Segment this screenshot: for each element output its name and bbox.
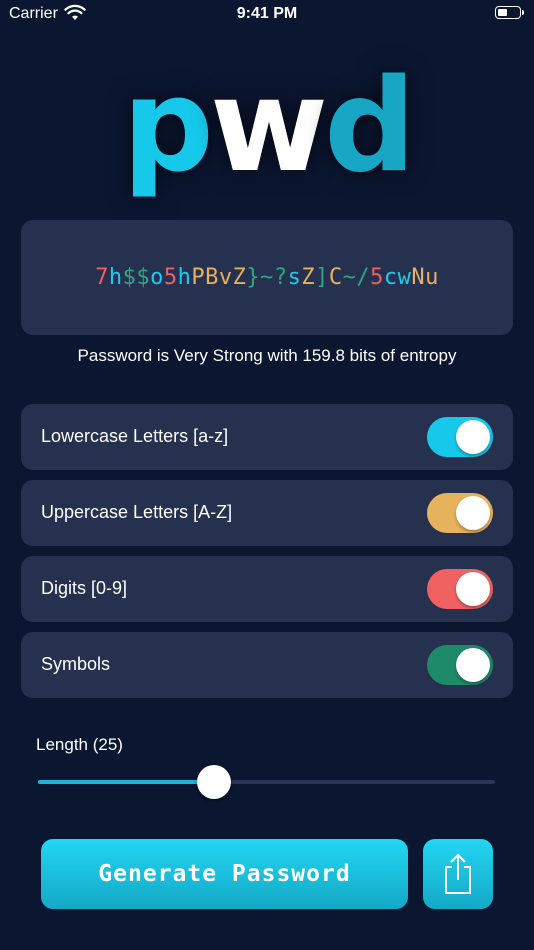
length-label: Length (25) xyxy=(36,735,123,754)
battery-level xyxy=(498,9,507,16)
password-segment: Z xyxy=(301,265,316,290)
share-button[interactable] xyxy=(423,839,493,909)
logo-letter: d xyxy=(324,52,416,201)
option-label: Lowercase Letters [a-z] xyxy=(41,426,229,446)
password-segment: h xyxy=(177,265,192,290)
password-segment: 5 xyxy=(163,265,178,290)
password-segment: h xyxy=(108,265,123,290)
option-toggle[interactable] xyxy=(427,417,493,457)
option-label: Uppercase Letters [A-Z] xyxy=(41,502,233,522)
clock-time: 9:41 PM xyxy=(236,5,298,22)
password-text: 7h$$o5hPBvZ}~?sZ]C~/5cwNu xyxy=(95,265,439,290)
option-row: Symbols xyxy=(21,632,513,698)
option-row: Digits [0-9] xyxy=(21,556,513,622)
password-display[interactable]: 7h$$o5hPBvZ}~?sZ]C~/5cwNu xyxy=(21,220,513,335)
password-segment: 5 xyxy=(370,265,384,290)
password-segment: 7 xyxy=(95,265,109,290)
password-segment: cw xyxy=(383,265,412,290)
option-label: Digits [0-9] xyxy=(41,578,128,598)
toggle-knob xyxy=(456,420,490,454)
generate-password-button[interactable]: Generate Password xyxy=(41,839,408,909)
password-segment: PBv xyxy=(191,265,233,290)
password-segment: ~/ xyxy=(342,265,371,290)
option-label: Symbols xyxy=(41,654,111,674)
toggle-knob xyxy=(456,572,490,606)
logo-letter: w xyxy=(209,52,328,201)
logo-letter: p xyxy=(122,52,214,201)
strength-text: Password is Very Strong with 159.8 bits … xyxy=(77,346,457,365)
slider-thumb[interactable] xyxy=(196,765,231,799)
status-bar: Carrier 9:41 PM xyxy=(0,0,534,30)
toggle-knob xyxy=(456,648,490,682)
share-icon xyxy=(445,853,471,894)
password-segment: o xyxy=(150,265,164,290)
password-segment: $$ xyxy=(122,265,151,290)
password-segment: Z xyxy=(232,265,247,290)
battery-icon xyxy=(495,6,524,19)
app-logo: pwd xyxy=(0,52,534,202)
option-row: Lowercase Letters [a-z] xyxy=(21,404,513,470)
password-segment: Nu xyxy=(411,265,439,290)
option-toggle[interactable] xyxy=(427,493,493,533)
option-row: Uppercase Letters [A-Z] xyxy=(21,480,513,546)
password-segment: s xyxy=(287,265,302,290)
slider-fill xyxy=(38,780,214,784)
password-segment: }~? xyxy=(246,265,288,290)
option-toggle[interactable] xyxy=(427,569,493,609)
toggle-knob xyxy=(456,496,490,530)
password-segment: C xyxy=(328,265,343,290)
length-slider[interactable] xyxy=(38,765,495,799)
password-segment: ] xyxy=(315,265,329,290)
option-toggle[interactable] xyxy=(427,645,493,685)
